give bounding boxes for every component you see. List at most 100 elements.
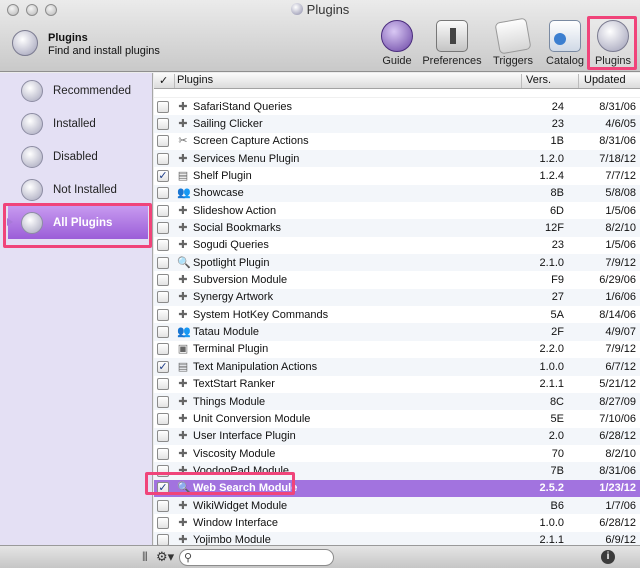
- puzzle-icon: ✚: [178, 534, 188, 545]
- column-header-enabled[interactable]: ✓: [159, 74, 168, 87]
- table-row[interactable]: ✚ Subversion Module F9 6/29/06: [154, 271, 640, 289]
- plugin-updated: 7/9/12: [605, 256, 636, 269]
- sidebar-item-disabled[interactable]: Disabled: [0, 140, 152, 173]
- table-row[interactable]: ▣ Terminal Plugin 2.2.0 7/9/12: [154, 340, 640, 359]
- plugin-version: B6: [550, 499, 564, 512]
- plugin-updated: 7/10/06: [599, 412, 636, 425]
- enable-checkbox[interactable]: [157, 118, 169, 131]
- table-row[interactable]: ✂ Screen Capture Actions 1B 8/31/06: [154, 132, 640, 151]
- column-header-plugins[interactable]: Plugins: [174, 74, 213, 88]
- enable-checkbox[interactable]: [157, 222, 169, 235]
- plugin-version: 1.0.0: [539, 516, 564, 529]
- plugin-updated: 1/5/06: [605, 204, 636, 217]
- info-icon[interactable]: i: [601, 550, 615, 564]
- enable-checkbox[interactable]: [157, 447, 169, 460]
- plugin-name: Sogudi Queries: [193, 239, 269, 252]
- enable-checkbox[interactable]: ✓: [157, 360, 169, 373]
- shelf-icon: ▤: [177, 170, 189, 183]
- table-row[interactable]: ✓ ▤ Text Manipulation Actions 1.0.0 6/7/12: [154, 358, 640, 376]
- document-icon: ▤: [177, 360, 189, 373]
- enable-checkbox[interactable]: [157, 187, 169, 200]
- sidebar-item-installed[interactable]: Installed: [0, 107, 152, 140]
- plugin-updated: 6/28/12: [599, 516, 636, 529]
- toolbar-guide-button[interactable]: Guide: [367, 20, 427, 67]
- table-row[interactable]: 🔍 Spotlight Plugin 2.1.0 7/9/12: [154, 254, 640, 272]
- table-row[interactable]: ✚ SafariStand Queries 24 8/31/06: [154, 98, 640, 116]
- table-row[interactable]: ✚ Slideshow Action 6D 1/5/06: [154, 202, 640, 220]
- plugin-version: 1.0.0: [539, 360, 564, 373]
- puzzle-icon: ✚: [178, 430, 188, 443]
- table-row[interactable]: 👥 Tatau Module 2F 4/9/07: [154, 323, 640, 341]
- enable-checkbox[interactable]: [157, 291, 169, 304]
- puzzle-icon: ✚: [178, 100, 188, 113]
- table-row[interactable]: ✚ Social Bookmarks 12F 8/2/10: [154, 219, 640, 237]
- enable-checkbox[interactable]: [157, 516, 169, 529]
- enable-checkbox[interactable]: [157, 412, 169, 425]
- enable-checkbox[interactable]: ✓: [157, 170, 169, 183]
- table-row[interactable]: ✚ Window Interface 1.0.0 6/28/12: [154, 514, 640, 532]
- enable-checkbox[interactable]: [157, 326, 169, 339]
- puzzle-icon: ✚: [178, 499, 188, 512]
- enable-checkbox[interactable]: [157, 256, 169, 269]
- table-row[interactable]: ✚ Viscosity Module 70 8/2/10: [154, 444, 640, 463]
- toolbar-plugins-button[interactable]: Plugins: [583, 20, 640, 67]
- column-header-updated[interactable]: Updated: [578, 74, 640, 88]
- sidebar-item-not-installed[interactable]: Not Installed: [0, 173, 152, 206]
- gear-menu-icon[interactable]: ⚙▾: [156, 549, 174, 565]
- toolbar-triggers-button[interactable]: Triggers: [483, 17, 543, 67]
- partial-row: [154, 90, 640, 98]
- table-row[interactable]: ✚ System HotKey Commands 5A 8/14/06: [154, 306, 640, 324]
- puzzle-icon: ✚: [178, 395, 188, 408]
- plugins-header-icon: [12, 30, 38, 56]
- enable-checkbox[interactable]: [157, 274, 169, 287]
- resize-grip-icon[interactable]: |||: [142, 551, 148, 562]
- table-row[interactable]: ✓ 🔍 Web Search Module 2.5.2 1/23/12: [154, 479, 640, 497]
- enable-checkbox[interactable]: [157, 395, 169, 408]
- search-field[interactable]: ⚲: [179, 549, 334, 566]
- table-row[interactable]: ✓ ▤ Shelf Plugin 1.2.4 7/7/12: [154, 167, 640, 185]
- plugin-updated: 1/6/06: [605, 291, 636, 304]
- enable-checkbox[interactable]: [157, 343, 169, 356]
- enable-checkbox[interactable]: [157, 464, 169, 477]
- table-row[interactable]: ✚ Things Module 8C 8/27/09: [154, 392, 640, 411]
- table-row[interactable]: ✚ User Interface Plugin 2.0 6/28/12: [154, 427, 640, 445]
- terminal-icon: ▣: [177, 343, 189, 356]
- table-row[interactable]: ✚ Synergy Artwork 27 1/6/06: [154, 288, 640, 307]
- enable-checkbox[interactable]: [157, 239, 169, 252]
- table-row[interactable]: ✚ Yojimbo Module 2.1.1 6/9/12: [154, 531, 640, 545]
- table-row[interactable]: ✚ Services Menu Plugin 1.2.0 7/18/12: [154, 150, 640, 168]
- puzzle-icon: ✚: [178, 274, 188, 287]
- plugins-table: ✓ Plugins Vers. Updated ✚ SafariStand Que…: [154, 73, 640, 545]
- enable-checkbox[interactable]: [157, 135, 169, 148]
- enable-checkbox[interactable]: [157, 534, 169, 545]
- table-row[interactable]: ✚ Unit Conversion Module 5E 7/10/06: [154, 410, 640, 428]
- table-row[interactable]: ✚ VoodooPad Module 7B 8/31/06: [154, 462, 640, 480]
- enable-checkbox[interactable]: [157, 378, 169, 391]
- plugin-updated: 4/9/07: [605, 326, 636, 339]
- table-row[interactable]: ✚ WikiWidget Module B6 1/7/06: [154, 496, 640, 515]
- plugin-updated: 8/31/06: [599, 464, 636, 477]
- enable-checkbox[interactable]: [157, 430, 169, 443]
- table-row[interactable]: 👥 Showcase 8B 5/8/08: [154, 184, 640, 203]
- enable-checkbox[interactable]: [157, 100, 169, 113]
- sidebar-item-recommended[interactable]: Recommended: [0, 74, 152, 107]
- enable-checkbox[interactable]: ✓: [157, 482, 169, 495]
- plugin-version: 1.2.0: [539, 152, 564, 165]
- table-row[interactable]: ✚ TextStart Ranker 2.1.1 5/21/12: [154, 375, 640, 393]
- table-row[interactable]: ✚ Sailing Clicker 23 4/6/05: [154, 115, 640, 133]
- puzzle-icon: ✚: [178, 378, 188, 391]
- enable-checkbox[interactable]: [157, 152, 169, 165]
- enable-checkbox[interactable]: [157, 308, 169, 321]
- toolbar-preferences-button[interactable]: Preferences: [422, 20, 482, 67]
- table-row[interactable]: ✚ Sogudi Queries 23 1/5/06: [154, 236, 640, 255]
- plugin-version: 2.1.1: [539, 534, 564, 545]
- enable-checkbox[interactable]: [157, 204, 169, 217]
- plugin-updated: 4/6/05: [605, 118, 636, 131]
- bottom-bar: ||| ⚙▾ ⚲ i: [0, 545, 640, 568]
- plugin-category-icon: [21, 79, 43, 102]
- enable-checkbox[interactable]: [157, 499, 169, 512]
- column-header-version[interactable]: Vers.: [521, 74, 578, 88]
- plugin-category-icon: [21, 145, 43, 168]
- puzzle-icon: ✚: [178, 308, 188, 321]
- plugin-updated: 7/7/12: [605, 170, 636, 183]
